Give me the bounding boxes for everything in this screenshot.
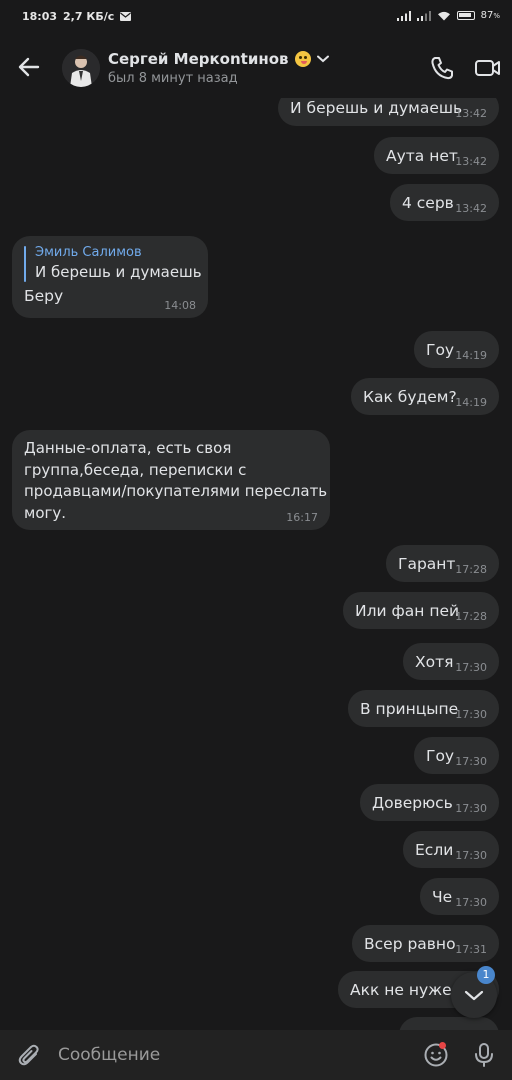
message-text: Или фан пей [355,602,460,620]
message-time: 17:30 [455,708,487,721]
outgoing-message-partial [399,1017,499,1030]
outgoing-message[interactable]: И берешь и думаешь 13:42 [278,98,499,126]
message-text: Всер равно [364,935,456,953]
back-arrow-icon[interactable] [16,54,42,80]
message-time: 17:30 [455,849,487,862]
message-text: Данные-оплата, есть своя группа,беседа, … [24,439,328,522]
message-text: Как будем? [363,388,457,406]
message-text: Гоу [426,341,455,359]
message-time: 14:19 [455,349,487,362]
message-text: В принцыпе [360,700,459,718]
message-time: 16:17 [286,511,318,524]
status-bar: 18:03 2,7 КБ/с 87% [0,0,512,36]
message-time: 17:31 [455,943,487,956]
status-time: 18:03 [22,10,58,23]
contact-name-row[interactable]: Сергей Меркontинов [108,50,329,68]
battery-level: 87% [480,10,500,21]
message-text: Акк не нужен [350,981,462,999]
outgoing-message[interactable]: Че 17:30 [420,878,499,915]
message-text: Гоу [426,747,455,765]
outgoing-message[interactable]: Хотя 17:30 [403,643,499,680]
message-text: Если [415,841,454,859]
outgoing-message[interactable]: Гоу 14:19 [414,331,499,368]
wifi-icon [437,11,450,20]
outgoing-message[interactable]: Доверюсь 17:30 [360,784,499,821]
message-text: 4 серв [402,194,454,212]
message-text: Че [432,888,453,906]
microphone-icon[interactable] [472,1042,496,1068]
message-composer [0,1030,512,1080]
message-time: 17:28 [455,610,487,623]
message-list[interactable]: И берешь и думаешь 13:42 Аута нет 13:42 … [0,98,512,1030]
avatar-image [62,49,100,87]
new-stickers-dot [439,1042,446,1049]
outgoing-message[interactable]: Если 17:30 [403,831,499,868]
outgoing-message[interactable]: В принцыпе 17:30 [348,690,499,727]
message-text: Гарант [398,555,456,573]
avatar[interactable] [62,49,100,87]
message-time: 14:19 [455,396,487,409]
paperclip-icon[interactable] [16,1042,42,1068]
message-text: Аута нет [386,147,458,165]
outgoing-message[interactable]: 4 серв 13:42 [390,184,499,221]
incoming-message[interactable]: Данные-оплата, есть своя группа,беседа, … [12,430,330,530]
reply-quote-bar [24,246,26,282]
message-time: 17:30 [455,896,487,909]
message-time: 17:28 [455,563,487,576]
cell-signal-2-icon [416,10,431,21]
last-seen: был 8 минут назад [108,71,238,86]
outgoing-message[interactable]: Или фан пей 17:28 [343,592,499,629]
message-time: 17:30 [455,755,487,768]
message-text: Доверюсь [372,794,453,812]
reply-text: И берешь и думаешь [35,263,202,281]
emoji-status-icon [294,51,311,67]
message-time: 13:42 [455,107,487,120]
message-time: 17:30 [455,802,487,815]
chevron-down-icon[interactable] [316,55,329,63]
battery-icon [456,11,475,20]
video-call-icon[interactable] [474,54,502,82]
message-text: И берешь и думаешь [290,99,463,117]
outgoing-message[interactable]: Всер равно 17:31 [352,925,499,962]
message-time: 13:42 [455,155,487,168]
message-input[interactable] [58,1044,398,1066]
status-speed: 2,7 КБ/с [63,10,115,23]
incoming-message[interactable]: Эмиль Салимов И берешь и думаешь Беру 14… [12,236,208,318]
message-time: 14:08 [164,299,196,312]
contact-name: Сергей Меркontинов [108,50,289,68]
chat-header: Сергей Меркontинов был 8 минут назад [0,36,512,98]
outgoing-message[interactable]: Как будем? 14:19 [351,378,499,415]
message-text: Хотя [415,653,454,671]
mail-icon [120,12,132,21]
unread-count-badge: 1 [477,966,495,984]
message-text: Беру [24,287,64,305]
status-left: 18:03 2,7 КБ/с [22,10,132,23]
status-right: 87% [396,10,500,21]
message-time: 17:30 [455,661,487,674]
reply-author: Эмиль Салимов [35,245,142,260]
cell-signal-icon [396,10,411,21]
outgoing-message[interactable]: Гарант 17:28 [386,545,499,582]
outgoing-message[interactable]: Гоу 17:30 [414,737,499,774]
message-time: 13:42 [455,202,487,215]
phone-icon[interactable] [428,54,456,82]
outgoing-message[interactable]: Аута нет 13:42 [374,137,499,174]
